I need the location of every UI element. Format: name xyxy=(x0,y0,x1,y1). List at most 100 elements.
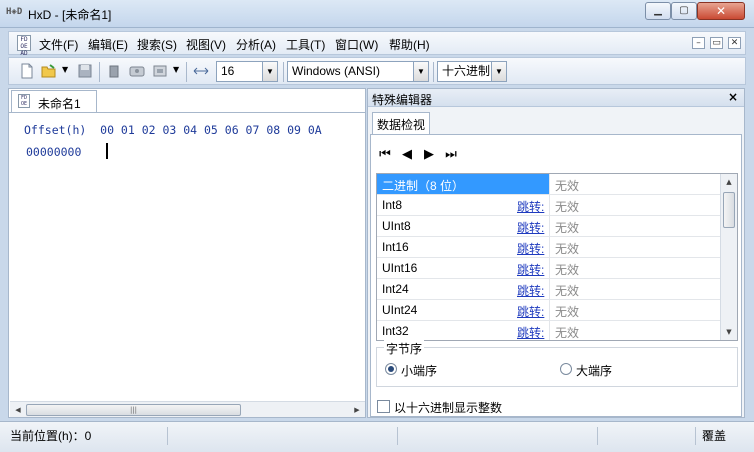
row-name: Int8 xyxy=(382,198,403,212)
menu-tools[interactable]: 工具(T) xyxy=(286,36,325,53)
table-row[interactable]: UInt8 跳转: 无效 xyxy=(377,216,720,237)
delete-icon[interactable] xyxy=(106,63,122,79)
offset-base-select[interactable]: 十六进制 ▼ xyxy=(437,61,507,82)
row-name: UInt24 xyxy=(382,303,418,317)
toolbar-separator xyxy=(433,62,434,82)
little-endian-label[interactable]: 小端序 xyxy=(401,362,437,379)
menu-window[interactable]: 窗口(W) xyxy=(335,36,378,53)
toolbar-separator xyxy=(283,62,284,82)
chevron-down-icon[interactable]: ▼ xyxy=(491,62,506,81)
cursor-position: 当前位置(h)：0 xyxy=(4,427,168,445)
menu-view[interactable]: 视图(V) xyxy=(186,36,226,53)
minimize-button[interactable]: ▁ xyxy=(645,2,671,20)
open-file-icon[interactable] xyxy=(41,63,57,79)
ram-icon[interactable] xyxy=(152,63,168,79)
next-icon[interactable]: ▶ xyxy=(421,147,437,163)
hex-row-offset: 00000000 xyxy=(26,145,82,159)
table-row[interactable]: 二进制（8 位） 无效 xyxy=(377,174,720,195)
bytes-per-row-value: 16 xyxy=(221,64,235,78)
little-endian-radio[interactable] xyxy=(385,363,397,375)
row-value[interactable]: 无效 xyxy=(549,321,720,340)
toolbar: ▼ ▼ 16 ▼ Windows (ANSI) ▼ 十六进制 ▼ xyxy=(8,57,746,85)
tab-data-inspector[interactable]: 数据检视 xyxy=(372,112,430,134)
jump-link[interactable]: 跳转: xyxy=(517,240,544,257)
charset-select[interactable]: Windows (ANSI) ▼ xyxy=(287,61,429,82)
document-icon[interactable]: FD OE AD xyxy=(17,35,31,57)
scroll-left-icon[interactable]: ◀ xyxy=(12,404,24,416)
jump-link[interactable]: 跳转: xyxy=(517,219,544,236)
row-value[interactable]: 无效 xyxy=(549,300,720,320)
vertical-scrollbar[interactable]: ▲ ▼ xyxy=(720,174,737,340)
data-inspector-grid: 二进制（8 位） 无效 Int8 跳转: 无效 UInt8 跳转: 无效 Int… xyxy=(376,173,738,341)
jump-link[interactable]: 跳转: xyxy=(517,282,544,299)
table-row[interactable]: UInt24 跳转: 无效 xyxy=(377,300,720,321)
scroll-thumb[interactable] xyxy=(723,192,735,228)
open-dropdown-icon[interactable]: ▼ xyxy=(62,65,68,74)
jump-link[interactable]: 跳转: xyxy=(517,261,544,278)
mdi-minimize-button[interactable]: – xyxy=(692,37,705,49)
chevron-down-icon[interactable]: ▼ xyxy=(262,62,277,81)
tab-label: 未命名1 xyxy=(38,97,81,111)
row-value[interactable]: 无效 xyxy=(549,174,720,194)
ram-dropdown-icon[interactable]: ▼ xyxy=(173,65,179,74)
menu-file[interactable]: 文件(F) xyxy=(39,36,78,53)
disk-icon[interactable] xyxy=(129,63,145,79)
menu-search[interactable]: 搜索(S) xyxy=(137,36,177,53)
close-button[interactable]: ✕ xyxy=(697,2,745,20)
table-row[interactable]: Int16 跳转: 无效 xyxy=(377,237,720,258)
big-endian-radio[interactable] xyxy=(560,363,572,375)
new-file-icon[interactable] xyxy=(19,63,35,79)
special-editor-title-bar: 特殊编辑器 × xyxy=(368,89,744,107)
hex-column-header: Offset(h) 00 01 02 03 04 05 06 07 08 09 … xyxy=(24,123,322,137)
table-row[interactable]: Int24 跳转: 无效 xyxy=(377,279,720,300)
row-value[interactable]: 无效 xyxy=(549,279,720,299)
hxd-app-icon: H◈D xyxy=(6,7,23,17)
last-icon[interactable]: ⏭ xyxy=(443,147,459,163)
scroll-right-icon[interactable]: ▶ xyxy=(351,404,363,416)
previous-icon[interactable]: ◀ xyxy=(399,147,415,163)
row-value[interactable]: 无效 xyxy=(549,216,720,236)
tab-divider xyxy=(9,112,365,113)
menu-edit[interactable]: 编辑(E) xyxy=(88,36,128,53)
big-endian-label[interactable]: 大端序 xyxy=(576,362,612,379)
table-row[interactable]: Int32 跳转: 无效 xyxy=(377,321,720,340)
row-name: UInt8 xyxy=(382,219,411,233)
chevron-down-icon[interactable]: ▼ xyxy=(413,62,428,81)
mdi-close-button[interactable]: ✕ xyxy=(728,37,741,49)
text-caret[interactable] xyxy=(106,143,108,159)
scroll-up-icon[interactable]: ▲ xyxy=(723,176,735,188)
jump-link[interactable]: 跳转: xyxy=(517,198,544,215)
jump-link[interactable]: 跳转: xyxy=(517,324,544,340)
bytes-per-row-select[interactable]: 16 ▼ xyxy=(216,61,278,82)
row-name: UInt16 xyxy=(382,261,418,275)
scroll-down-icon[interactable]: ▼ xyxy=(723,326,735,338)
status-bar: 当前位置(h)：0 覆盖 xyxy=(0,421,754,452)
window-title: HxD - [未命名1] xyxy=(28,8,112,22)
table-row[interactable]: UInt16 跳转: 无效 xyxy=(377,258,720,279)
row-value[interactable]: 无效 xyxy=(549,195,720,215)
table-row[interactable]: Int8 跳转: 无效 xyxy=(377,195,720,216)
row-name: Int24 xyxy=(382,282,409,296)
special-editor-title: 特殊编辑器 xyxy=(372,93,433,107)
status-cell-empty xyxy=(596,427,696,445)
scroll-thumb[interactable]: ||| xyxy=(26,404,241,416)
edit-mode[interactable]: 覆盖 xyxy=(696,427,742,445)
menu-analysis[interactable]: 分析(A) xyxy=(236,36,276,53)
hex-integers-checkbox[interactable] xyxy=(377,400,390,413)
close-icon[interactable]: × xyxy=(728,90,738,104)
row-value[interactable]: 无效 xyxy=(549,258,720,278)
row-value[interactable]: 无效 xyxy=(549,237,720,257)
jump-link[interactable]: 跳转: xyxy=(517,303,544,320)
hex-integers-label[interactable]: 以十六进制显示整数 xyxy=(394,399,502,416)
tab-untitled1[interactable]: FD OE 未命名1 xyxy=(11,90,97,112)
first-icon[interactable]: ⏮ xyxy=(377,147,393,163)
save-icon[interactable] xyxy=(77,63,93,79)
maximize-button[interactable]: ▢ xyxy=(671,2,697,20)
mdi-restore-button[interactable]: ▭ xyxy=(710,37,723,49)
hex-editor-pane: FD OE 未命名1 Offset(h) 00 01 02 03 04 05 06… xyxy=(8,88,366,418)
horizontal-scrollbar[interactable]: ◀ ||| ▶ xyxy=(10,401,365,417)
menu-help[interactable]: 帮助(H) xyxy=(389,36,430,53)
data-inspector-body: ⏮ ◀ ▶ ⏭ 二进制（8 位） 无效 Int8 跳转: 无效 UInt8 跳转… xyxy=(370,134,742,417)
title-bar: H◈D HxD - [未命名1] ▁ ▢ ✕ xyxy=(0,0,754,28)
special-editor-panel: 特殊编辑器 × 数据检视 ⏮ ◀ ▶ ⏭ 二进制（8 位） 无效 Int8 跳转… xyxy=(367,88,745,418)
